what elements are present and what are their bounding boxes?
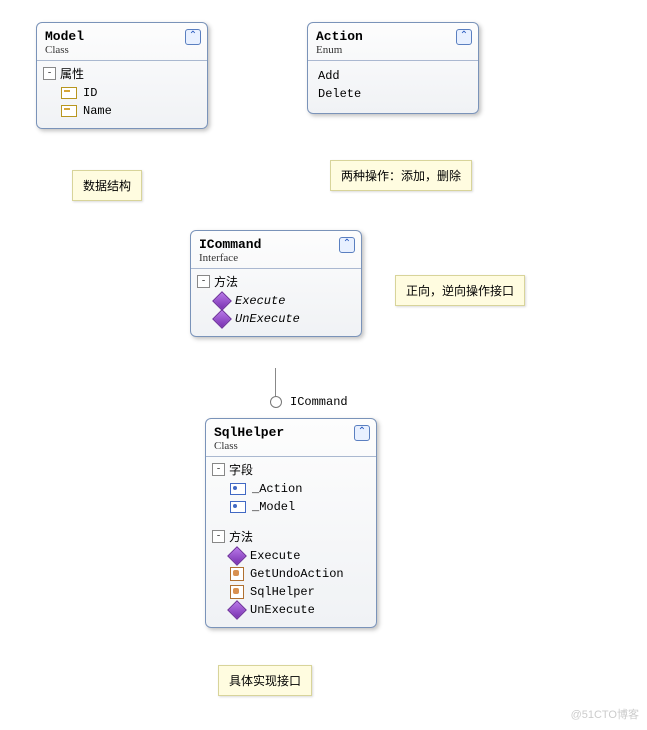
item-list: ID Name (43, 82, 201, 126)
note-sqlhelper: 具体实现接口 (218, 665, 312, 696)
method-item: Execute (215, 292, 355, 310)
item-name: Execute (250, 549, 300, 563)
item-list: Execute GetUndoAction SqlHelper UnExecut… (212, 545, 370, 625)
toggle-icon[interactable]: - (212, 530, 225, 543)
property-item: ID (61, 84, 201, 102)
box-title: Model (45, 29, 199, 44)
method-icon (230, 585, 244, 599)
method-item: SqlHelper (230, 583, 370, 601)
field-item: _Model (230, 498, 370, 516)
connector-label: ICommand (290, 395, 348, 409)
item-list: _Action _Model (212, 478, 370, 522)
property-item: Name (61, 102, 201, 120)
section-title: 字段 (229, 461, 253, 478)
method-item: GetUndoAction (230, 565, 370, 583)
field-icon (230, 483, 246, 495)
method-item: UnExecute (215, 310, 355, 328)
collapse-icon[interactable]: ⌃ (185, 29, 201, 45)
box-title: Action (316, 29, 470, 44)
toggle-icon[interactable]: - (43, 67, 56, 80)
method-icon (212, 291, 232, 311)
box-title: ICommand (199, 237, 353, 252)
property-icon (61, 87, 77, 99)
section-methods: - 方法 Execute GetUndoAction SqlHelper UnE… (206, 524, 376, 627)
section-header[interactable]: - 方法 (212, 528, 370, 545)
section-header[interactable]: - 字段 (212, 461, 370, 478)
box-header: Action Enum ⌃ (308, 23, 478, 60)
note-action: 两种操作：添加，删除 (330, 160, 472, 191)
item-name: Execute (235, 294, 285, 308)
box-header: ICommand Interface ⌃ (191, 231, 361, 268)
box-header: SqlHelper Class ⌃ (206, 419, 376, 456)
item-name: SqlHelper (250, 585, 315, 599)
method-icon (227, 546, 247, 566)
section-title: 属性 (60, 65, 84, 82)
field-icon (230, 501, 246, 513)
item-name: UnExecute (235, 312, 300, 326)
item-name: _Action (252, 482, 302, 496)
method-item: Execute (230, 547, 370, 565)
note-model: 数据结构 (72, 170, 142, 201)
item-list: Execute UnExecute (197, 290, 355, 334)
enum-box-action: Action Enum ⌃ Add Delete (307, 22, 479, 114)
method-icon (230, 567, 244, 581)
section-header[interactable]: - 方法 (197, 273, 355, 290)
field-item: _Action (230, 480, 370, 498)
item-name: Name (83, 104, 112, 118)
collapse-icon[interactable]: ⌃ (354, 425, 370, 441)
class-box-sqlhelper: SqlHelper Class ⌃ - 字段 _Action _Model - … (205, 418, 377, 628)
section-title: 方法 (214, 273, 238, 290)
method-icon (227, 600, 247, 620)
section-methods: - 方法 Execute UnExecute (191, 269, 361, 336)
interface-box-icommand: ICommand Interface ⌃ - 方法 Execute UnExec… (190, 230, 362, 337)
watermark: @51CTO博客 (571, 706, 639, 722)
box-header: Model Class ⌃ (37, 23, 207, 60)
note-icommand: 正向，逆向操作接口 (395, 275, 525, 306)
item-name: UnExecute (250, 603, 315, 617)
item-name: GetUndoAction (250, 567, 344, 581)
enum-value: Delete (318, 85, 468, 103)
collapse-icon[interactable]: ⌃ (339, 237, 355, 253)
box-type: Interface (199, 252, 353, 264)
collapse-icon[interactable]: ⌃ (456, 29, 472, 45)
toggle-icon[interactable]: - (197, 275, 210, 288)
section-fields: - 字段 _Action _Model (206, 457, 376, 524)
box-title: SqlHelper (214, 425, 368, 440)
property-icon (61, 105, 77, 117)
enum-items: Add Delete (308, 61, 478, 113)
lollipop-icon (270, 396, 282, 408)
item-name: ID (83, 86, 97, 100)
method-item: UnExecute (230, 601, 370, 619)
class-box-model: Model Class ⌃ - 属性 ID Name (36, 22, 208, 129)
box-type: Class (214, 440, 368, 452)
toggle-icon[interactable]: - (212, 463, 225, 476)
enum-value: Add (318, 67, 468, 85)
section-title: 方法 (229, 528, 253, 545)
section-header[interactable]: - 属性 (43, 65, 201, 82)
section-properties: - 属性 ID Name (37, 61, 207, 128)
box-type: Class (45, 44, 199, 56)
item-name: _Model (252, 500, 295, 514)
box-type: Enum (316, 44, 470, 56)
method-icon (212, 309, 232, 329)
